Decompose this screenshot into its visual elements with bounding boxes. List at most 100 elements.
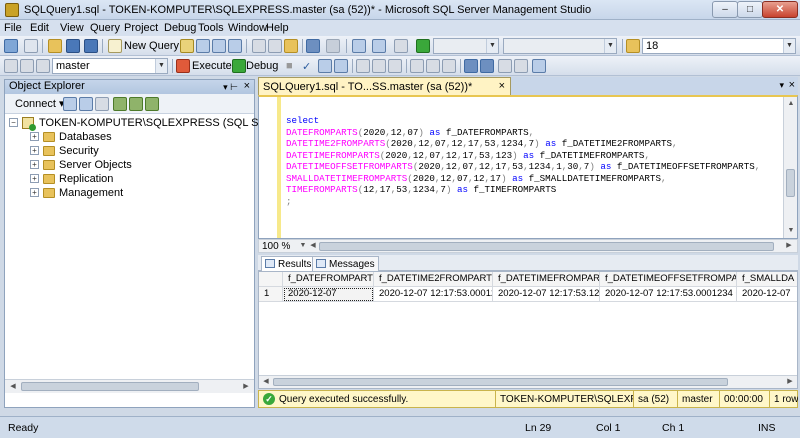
close-button[interactable]: ✕ [762, 1, 798, 18]
debug-button[interactable]: Debug [246, 60, 278, 72]
new-query-button[interactable]: New Query [124, 40, 179, 52]
copy-icon[interactable] [268, 39, 282, 53]
filter-icon[interactable] [113, 97, 127, 111]
query-designer-icon[interactable] [334, 59, 348, 73]
results-to-text-icon[interactable] [410, 59, 424, 73]
expand-icon[interactable]: + [30, 146, 39, 155]
new-file-icon[interactable] [24, 39, 38, 53]
navigate-forward-icon[interactable] [372, 39, 386, 53]
menu-view[interactable]: View [60, 22, 84, 34]
tab-close-icon[interactable]: × [499, 80, 505, 92]
menu-file[interactable]: File [4, 22, 22, 34]
start-debug-icon[interactable] [416, 39, 430, 53]
tree-node-databases[interactable]: + Databases [5, 131, 205, 144]
close-panel-icon[interactable]: × [244, 80, 250, 93]
menu-help[interactable]: Help [266, 22, 289, 34]
expand-icon[interactable]: + [30, 188, 39, 197]
editor-hscroll-thumb[interactable] [319, 242, 774, 251]
scroll-left-icon[interactable]: ◀ [7, 381, 19, 393]
grid-cell[interactable]: 2020-12-07 [283, 287, 374, 302]
column-header[interactable]: f_DATETIMEOFFSETFROMPARTS [600, 272, 737, 287]
grid-cell[interactable]: 2020-12-07 12:17:53.123 [493, 287, 600, 302]
editor-vscrollbar[interactable]: ▲ ▼ [783, 97, 797, 238]
menu-window[interactable]: Window [228, 22, 267, 34]
grid-cell[interactable]: 2020-12-07 12:17:53.0001234 +01:30 [600, 287, 737, 302]
undo-icon[interactable] [306, 39, 320, 53]
expand-icon[interactable]: + [30, 160, 39, 169]
increase-indent-icon[interactable] [514, 59, 528, 73]
uncomment-icon[interactable] [480, 59, 494, 73]
open-file-icon[interactable] [48, 39, 62, 53]
comment-out-icon[interactable] [464, 59, 478, 73]
analysis-query-icon[interactable] [196, 39, 210, 53]
save-icon[interactable] [66, 39, 80, 53]
tab-results[interactable]: Results [261, 256, 316, 272]
mdx-query-icon[interactable] [212, 39, 226, 53]
scroll-right-icon[interactable]: ▶ [783, 240, 795, 252]
scroll-right-icon[interactable]: ▶ [784, 376, 796, 388]
results-grid[interactable]: f_DATEFROMPARTS f_DATETIME2FROMPARTS f_D… [258, 271, 798, 389]
grid-hscrollbar[interactable]: ◀ ▶ [259, 375, 797, 388]
execute-button[interactable]: Execute [192, 60, 232, 72]
column-header[interactable]: f_DATEFROMPARTS [283, 272, 374, 287]
new-project-icon[interactable] [4, 39, 18, 53]
refresh-icon[interactable] [129, 97, 143, 111]
menu-tools[interactable]: Tools [198, 22, 224, 34]
print-icon[interactable] [394, 39, 408, 53]
redo-icon[interactable] [326, 39, 340, 53]
menu-query[interactable]: Query [90, 22, 120, 34]
results-to-grid-icon[interactable] [426, 59, 440, 73]
scroll-right-icon[interactable]: ▶ [240, 381, 252, 393]
minimize-button[interactable]: – [712, 1, 738, 18]
save-all-icon[interactable] [84, 39, 98, 53]
solution-platform-dropdown[interactable]: ▼ [503, 38, 617, 54]
sql-editor[interactable]: select DATEFROMPARTS(2020,12,07) as f_DA… [258, 95, 798, 239]
menu-debug[interactable]: Debug [164, 22, 196, 34]
cancel-query-button[interactable]: ■ [286, 60, 293, 72]
menu-edit[interactable]: Edit [30, 22, 49, 34]
stop-icon[interactable] [95, 97, 109, 111]
new-query-icon[interactable] [108, 39, 122, 53]
cut-icon[interactable] [252, 39, 266, 53]
client-stats-icon[interactable] [388, 59, 402, 73]
navigate-backward-icon[interactable] [352, 39, 366, 53]
tab-list-icon[interactable]: ▾ [779, 80, 784, 91]
column-header[interactable]: f_DATETIMEFROMPARTS [493, 272, 600, 287]
font-size-dropdown[interactable]: 18 ▼ [642, 38, 796, 54]
scroll-thumb[interactable] [786, 169, 795, 197]
include-plan-icon[interactable] [356, 59, 370, 73]
scroll-left-icon[interactable]: ◀ [260, 376, 272, 388]
scroll-thumb[interactable] [21, 382, 199, 391]
display-plan-icon[interactable] [318, 59, 332, 73]
solution-config-dropdown[interactable]: ▼ [433, 38, 499, 54]
menu-project[interactable]: Project [124, 22, 158, 34]
pin-icon[interactable]: ▾ ⊢ [223, 81, 238, 94]
change-connection-icon[interactable] [36, 59, 50, 73]
results-to-file-icon[interactable] [442, 59, 456, 73]
table-row[interactable]: 1 2020-12-07 2020-12-07 12:17:53.0001234… [259, 287, 797, 302]
expand-icon[interactable]: + [30, 132, 39, 141]
column-header[interactable]: f_DATETIME2FROMPARTS [374, 272, 493, 287]
dmx-query-icon[interactable] [228, 39, 242, 53]
column-header[interactable]: f_SMALLDA [737, 272, 797, 287]
debug-icon[interactable] [232, 59, 246, 73]
scroll-thumb[interactable] [273, 378, 728, 386]
live-stats-icon[interactable] [372, 59, 386, 73]
connect-icon[interactable] [4, 59, 18, 73]
scroll-left-icon[interactable]: ◀ [307, 240, 319, 252]
close-document-icon[interactable]: × [789, 79, 795, 91]
execute-icon[interactable] [176, 59, 190, 73]
scroll-down-icon[interactable]: ▼ [785, 225, 797, 237]
tab-messages[interactable]: Messages [312, 256, 379, 271]
tree-node-replication[interactable]: + Replication [5, 173, 205, 186]
specify-values-icon[interactable] [532, 59, 546, 73]
sql-code[interactable]: select DATEFROMPARTS(2020,12,07) as f_DA… [286, 115, 760, 207]
tree-node-server-objects[interactable]: + Server Objects [5, 159, 205, 172]
available-databases-dropdown[interactable]: master ▼ [52, 58, 168, 74]
tree-node-server[interactable]: − TOKEN-KOMPUTER\SQLEXPRESS (SQL Server … [5, 117, 336, 131]
maximize-button[interactable]: □ [737, 1, 763, 18]
database-engine-query-icon[interactable] [180, 39, 194, 53]
parse-button[interactable]: ✓ [302, 60, 311, 73]
collapse-icon[interactable]: − [9, 118, 18, 127]
disconnect-icon[interactable] [79, 97, 93, 111]
